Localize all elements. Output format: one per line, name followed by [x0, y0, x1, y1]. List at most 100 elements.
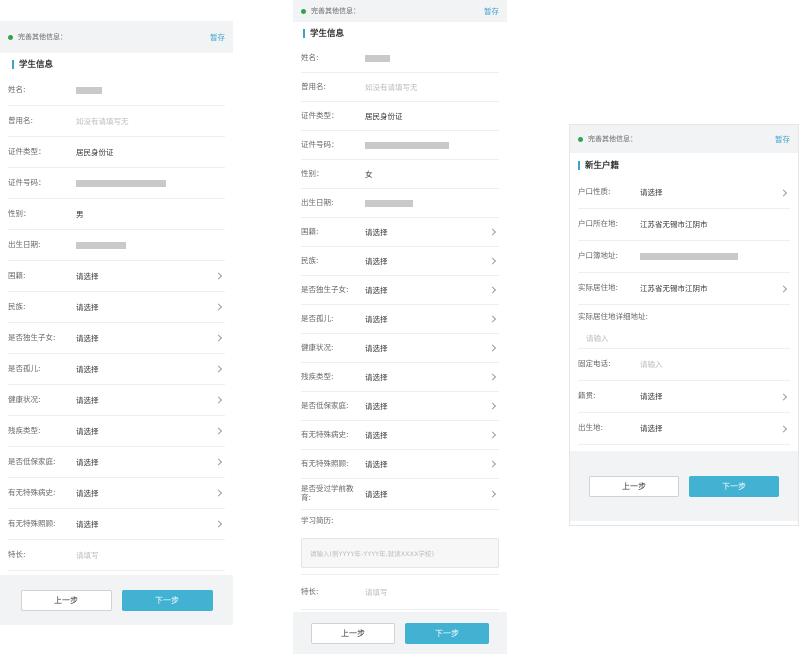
chevron-right-icon	[214, 272, 223, 280]
header-text: 完善其他信息：	[311, 7, 360, 15]
field-specialty[interactable]: 特长: 请填写	[301, 574, 499, 610]
field-study-history: 学习简历:	[301, 515, 334, 525]
field-residence-detail: 实际居住地详细地址:	[578, 311, 649, 321]
chevron-right-icon	[488, 228, 497, 236]
chevron-right-icon	[214, 396, 223, 404]
field-household-address[interactable]: 户口簿地址:	[578, 241, 790, 273]
status-dot-icon	[8, 34, 13, 40]
save-draft-button[interactable]: 暂存	[210, 32, 225, 43]
chevron-right-icon	[214, 427, 223, 435]
chevron-right-icon	[488, 286, 497, 294]
form-header: 完善其他信息： 暂存	[293, 0, 507, 22]
field-health[interactable]: 健康状况: 请选择	[301, 334, 499, 363]
field-disability[interactable]: 残疾类型: 请选择	[8, 416, 225, 447]
study-history-textarea[interactable]: 请输入(例YYYY年-YYYY年,就读XXXX学校)	[301, 538, 499, 568]
prev-step-button[interactable]: 上一步	[589, 475, 679, 497]
field-gender[interactable]: 性别：女	[301, 160, 499, 189]
field-id-number[interactable]: 证件号码：	[301, 131, 499, 160]
student-info-form-2: 完善其他信息： 暂存 学生信息 姓名: 曾用名: 如没有请填写无 证件类型： 居民身…	[293, 0, 507, 656]
chevron-right-icon	[488, 431, 497, 439]
field-ethnicity[interactable]: 民族: 请选择	[301, 247, 499, 276]
chevron-right-icon	[488, 373, 497, 381]
field-only-child[interactable]: 是否独生子女: 请选择	[301, 276, 499, 305]
student-info-form-1: 完善其他信息： 暂存 学生信息 姓名: 曾用名: 如没有请填写无 证件类型： 居民身…	[0, 21, 233, 627]
field-nationality[interactable]: 国籍: 请选择	[8, 261, 225, 292]
section-bar-icon	[303, 28, 305, 38]
field-medical-history[interactable]: 有无特殊病史: 请选择	[8, 478, 225, 509]
header-text: 完善其他信息：	[18, 33, 67, 41]
masked-value	[76, 241, 126, 249]
masked-value	[76, 86, 102, 94]
chevron-right-icon	[214, 489, 223, 497]
field-low-income[interactable]: 是否低保家庭: 请选择	[301, 392, 499, 421]
field-household-location[interactable]: 户口所在地: 江苏省无锡市江阴市	[578, 209, 790, 241]
field-orphan[interactable]: 是否孤儿: 请选择	[8, 354, 225, 385]
next-step-button[interactable]: 下一步	[405, 622, 489, 644]
field-ethnicity[interactable]: 民族: 请选择	[8, 292, 225, 323]
field-gender[interactable]: 性别：男	[8, 199, 225, 230]
field-id-type[interactable]: 证件类型： 居民身份证	[301, 102, 499, 131]
field-former-name[interactable]: 曾用名: 如没有请填写无	[8, 106, 225, 137]
section-bar-icon	[12, 59, 14, 69]
section-title: 学生信息	[0, 53, 233, 75]
field-birthdate[interactable]: 出生日期:	[301, 189, 499, 218]
chevron-right-icon	[488, 257, 497, 265]
field-preschool[interactable]: 是否受过学前教育: 请选择	[301, 479, 499, 510]
household-info-form: 完善其他信息： 暂存 新生户籍 户口性质: 请选择 户口所在地: 江苏省无锡市江阴市…	[569, 124, 799, 526]
field-id-type[interactable]: 证件类型： 居民身份证	[8, 137, 225, 168]
field-name[interactable]: 姓名:	[8, 75, 225, 106]
field-disability[interactable]: 残疾类型: 请选择	[301, 363, 499, 392]
chevron-right-icon	[488, 315, 497, 323]
field-birthdate[interactable]: 出生日期:	[8, 230, 225, 261]
form-footer: 上一步 下一步	[0, 575, 233, 625]
masked-value	[365, 199, 413, 207]
field-nationality[interactable]: 国籍: 请选择	[301, 218, 499, 247]
form-header: 完善其他信息： 暂存	[0, 21, 233, 53]
field-special-care[interactable]: 有无特殊照顾: 请选择	[301, 450, 499, 479]
masked-value	[640, 253, 738, 260]
field-health[interactable]: 健康状况: 请选择	[8, 385, 225, 416]
field-residence[interactable]: 实际居住地: 江苏省无锡市江阴市	[578, 273, 790, 305]
field-former-name[interactable]: 曾用名: 如没有请填写无	[301, 73, 499, 102]
form-footer: 上一步 下一步	[293, 612, 507, 654]
field-medical-history[interactable]: 有无特殊病史: 请选择	[301, 421, 499, 450]
field-orphan[interactable]: 是否孤儿: 请选择	[301, 305, 499, 334]
chevron-right-icon	[779, 392, 788, 401]
field-only-child[interactable]: 是否独生子女: 请选择	[8, 323, 225, 354]
chevron-right-icon	[214, 458, 223, 466]
chevron-right-icon	[779, 284, 788, 293]
field-birthplace[interactable]: 出生地: 请选择	[578, 413, 790, 445]
field-phone[interactable]: 固定电话: 请输入	[578, 349, 790, 381]
section-bar-icon	[578, 160, 580, 170]
field-id-number[interactable]: 证件号码：	[8, 168, 225, 199]
chevron-right-icon	[488, 490, 497, 498]
masked-value	[76, 179, 166, 187]
chevron-right-icon	[214, 303, 223, 311]
field-special-care[interactable]: 有无特殊照顾: 请选择	[8, 509, 225, 540]
chevron-right-icon	[488, 460, 497, 468]
next-step-button[interactable]: 下一步	[121, 589, 213, 611]
chevron-right-icon	[214, 365, 223, 373]
chevron-right-icon	[488, 344, 497, 352]
header-text: 完善其他信息：	[588, 135, 637, 143]
prev-step-button[interactable]: 上一步	[20, 589, 112, 611]
save-draft-button[interactable]: 暂存	[775, 134, 790, 145]
chevron-right-icon	[779, 424, 788, 433]
chevron-right-icon	[214, 334, 223, 342]
field-native-place[interactable]: 籍贯: 请选择	[578, 381, 790, 413]
chevron-right-icon	[488, 402, 497, 410]
save-draft-button[interactable]: 暂存	[484, 6, 499, 17]
section-title: 新生户籍	[570, 153, 798, 177]
field-low-income[interactable]: 是否低保家庭: 请选择	[8, 447, 225, 478]
residence-detail-input[interactable]: 请输入	[578, 329, 790, 349]
chevron-right-icon	[779, 188, 788, 197]
section-title: 学生信息	[293, 22, 507, 44]
field-name[interactable]: 姓名:	[301, 44, 499, 73]
field-household-type[interactable]: 户口性质: 请选择	[578, 177, 790, 209]
form-header: 完善其他信息： 暂存	[570, 125, 798, 153]
next-step-button[interactable]: 下一步	[689, 475, 779, 497]
chevron-right-icon	[214, 520, 223, 528]
status-dot-icon	[301, 8, 306, 14]
field-specialty[interactable]: 特长: 请填写	[8, 540, 225, 571]
prev-step-button[interactable]: 上一步	[311, 622, 395, 644]
